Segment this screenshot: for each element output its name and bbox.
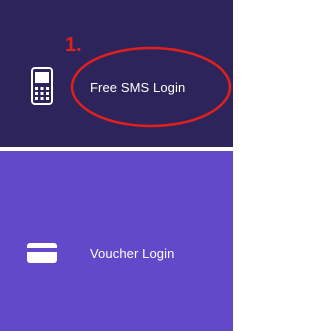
voucher-login-label[interactable]: Voucher Login bbox=[90, 246, 174, 261]
mobile-phone-icon bbox=[31, 67, 53, 105]
voucher-login-tile[interactable] bbox=[0, 151, 233, 331]
card-icon bbox=[27, 243, 57, 263]
free-sms-login-label[interactable]: Free SMS Login bbox=[90, 80, 185, 95]
